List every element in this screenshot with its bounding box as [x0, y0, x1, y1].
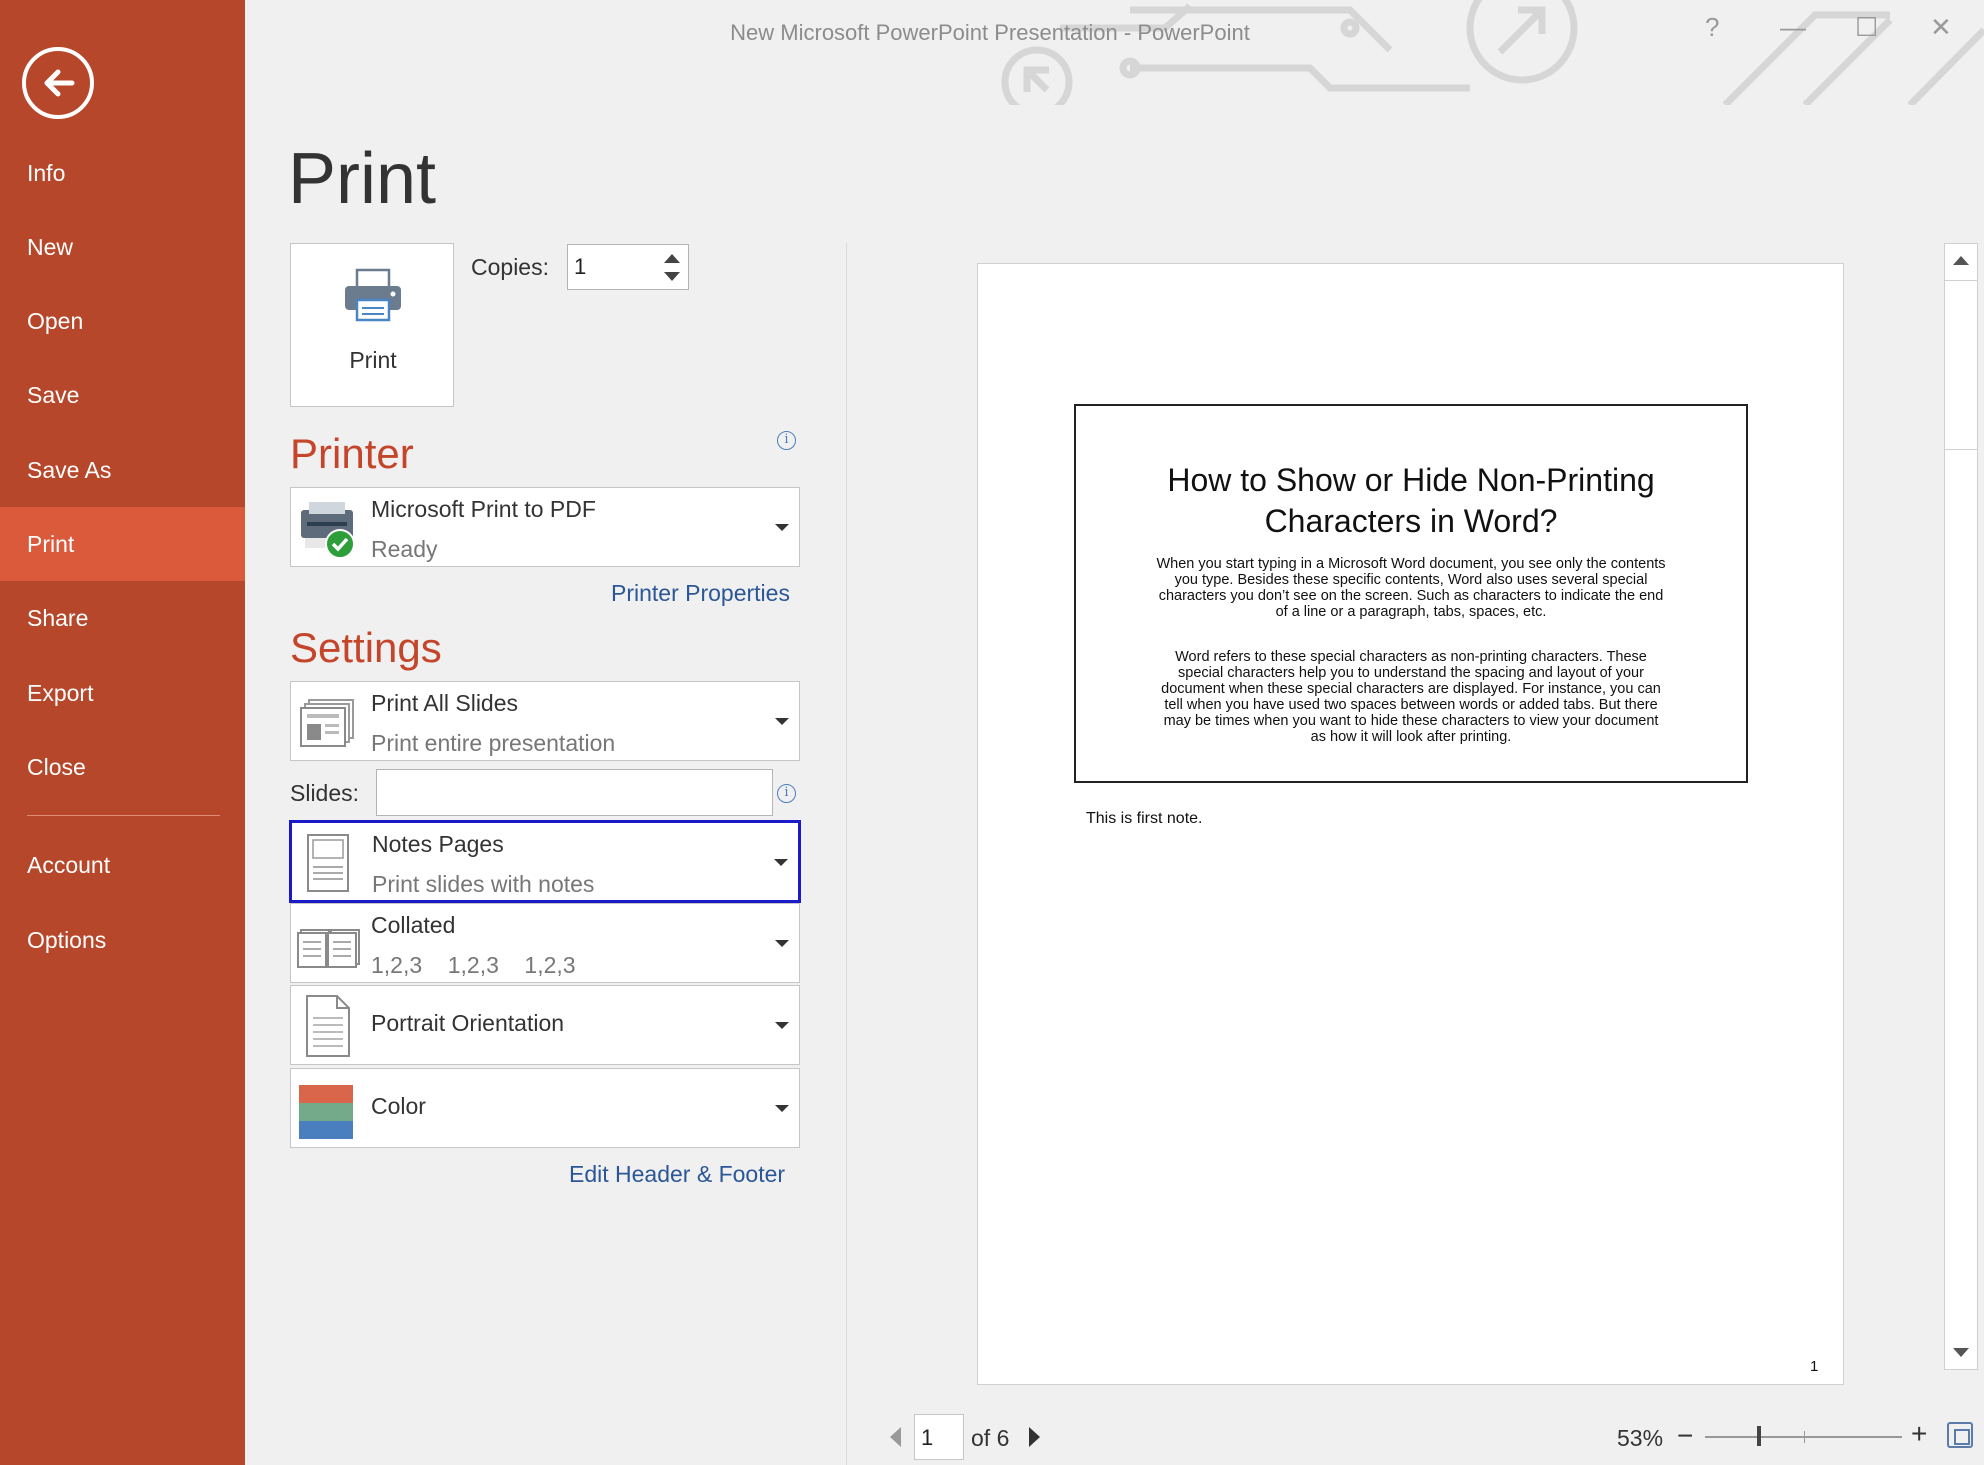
slides-input[interactable] [376, 769, 773, 816]
color-dropdown[interactable]: Color [290, 1068, 800, 1148]
sidebar-item-new[interactable]: New [0, 210, 245, 284]
preview-scrollbar[interactable] [1944, 243, 1978, 1370]
pdf-printer-icon [295, 492, 361, 562]
printer-name: Microsoft Print to PDF [371, 496, 596, 522]
settings-heading: Settings [290, 624, 442, 671]
edit-header-footer-link[interactable]: Edit Header & Footer [569, 1161, 785, 1188]
scroll-thumb[interactable] [1945, 280, 1977, 450]
next-page-icon[interactable] [1029, 1427, 1040, 1447]
chevron-down-icon [775, 718, 789, 725]
print-layout-subtitle: Print slides with notes [372, 871, 595, 897]
collated-icon [295, 908, 361, 978]
print-layout-dropdown[interactable]: Notes Pages Print slides with notes [289, 820, 801, 903]
all-slides-icon [295, 686, 361, 756]
collation-title: Collated [371, 912, 456, 938]
close-window-button[interactable]: ✕ [1930, 12, 1952, 43]
backstage-sidebar: Info New Open Save Save As Print Share E… [0, 0, 245, 1465]
back-arrow-icon[interactable] [22, 47, 94, 119]
sidebar-item-account[interactable]: Account [0, 828, 245, 902]
copies-stepper[interactable]: 1 [567, 244, 689, 290]
copies-increment-icon[interactable] [664, 254, 680, 263]
print-preview-page: How to Show or Hide Non-Printing Charact… [977, 263, 1844, 1385]
zoom-slider-thumb[interactable] [1757, 1426, 1761, 1446]
chevron-down-icon [775, 940, 789, 947]
orientation-title: Portrait Orientation [371, 1010, 565, 1036]
sidebar-item-print[interactable]: Print [0, 507, 245, 581]
zoom-in-button[interactable]: + [1911, 1418, 1927, 1450]
collation-dropdown[interactable]: Collated 1,2,3 1,2,3 1,2,3 [290, 903, 800, 983]
chevron-down-icon [775, 1105, 789, 1112]
page-number-input[interactable]: 1 [914, 1414, 964, 1460]
slide-note: This is first note. [1086, 810, 1203, 827]
minimize-button[interactable]: — [1780, 12, 1806, 43]
sidebar-item-options[interactable]: Options [0, 903, 245, 977]
scroll-up-icon[interactable] [1953, 256, 1969, 265]
print-layout-title: Notes Pages [372, 831, 504, 857]
sidebar-item-close[interactable]: Close [0, 730, 245, 804]
printer-properties-link[interactable]: Printer Properties [611, 580, 790, 607]
copies-value[interactable]: 1 [574, 254, 586, 280]
previous-page-icon[interactable] [890, 1427, 901, 1447]
sidebar-item-save[interactable]: Save [0, 358, 245, 432]
panel-separator [846, 243, 847, 1465]
page-count: of 6 [971, 1425, 1010, 1451]
slides-info-icon[interactable]: i [777, 784, 796, 803]
maximize-button[interactable]: ☐ [1855, 12, 1878, 43]
slide-paragraph-1: When you start typing in a Microsoft Wor… [1156, 556, 1666, 620]
print-range-subtitle: Print entire presentation [371, 730, 616, 756]
sidebar-item-share[interactable]: Share [0, 581, 245, 655]
sidebar-item-open[interactable]: Open [0, 284, 245, 358]
chevron-down-icon [774, 859, 788, 866]
circuit-decoration [1001, 0, 1984, 105]
printer-info-icon[interactable]: i [777, 431, 796, 450]
zoom-slider-tick [1804, 1431, 1805, 1443]
slides-label: Slides: [290, 780, 360, 806]
copies-decrement-icon[interactable] [664, 272, 680, 281]
slide-title: How to Show or Hide Non-Printing Charact… [1167, 462, 1655, 539]
print-button[interactable]: Print [290, 243, 454, 407]
sidebar-divider [27, 815, 220, 816]
zoom-out-button[interactable]: − [1677, 1420, 1693, 1452]
color-title: Color [371, 1093, 426, 1119]
print-range-title: Print All Slides [371, 690, 519, 716]
orientation-dropdown[interactable]: Portrait Orientation [290, 985, 800, 1065]
chevron-down-icon [775, 1022, 789, 1029]
page-number: 1 [1810, 1358, 1819, 1375]
printer-heading: Printer [290, 430, 414, 477]
collation-subtitle: 1,2,3 1,2,3 1,2,3 [371, 952, 576, 978]
sidebar-item-export[interactable]: Export [0, 656, 245, 730]
chevron-down-icon [775, 524, 789, 531]
portrait-page-icon [295, 990, 361, 1060]
sidebar-item-save-as[interactable]: Save As [0, 433, 245, 507]
copies-label: Copies: [471, 254, 549, 280]
printer-icon [345, 268, 401, 322]
color-swatch-icon [295, 1073, 361, 1143]
page-title: Print [288, 139, 437, 219]
zoom-to-page-icon[interactable] [1947, 1422, 1973, 1448]
current-page[interactable]: 1 [921, 1425, 933, 1451]
printer-status: Ready [371, 536, 438, 562]
window-title: New Microsoft PowerPoint Presentation - … [730, 20, 1250, 45]
slide-thumbnail: How to Show or Hide Non-Printing Charact… [1074, 404, 1748, 783]
help-button[interactable]: ? [1705, 12, 1719, 43]
sidebar-item-info[interactable]: Info [0, 136, 245, 210]
notes-page-icon [296, 827, 362, 897]
scroll-down-icon[interactable] [1953, 1348, 1969, 1357]
print-range-dropdown[interactable]: Print All Slides Print entire presentati… [290, 681, 800, 761]
print-button-label: Print [349, 347, 397, 373]
printer-dropdown[interactable]: Microsoft Print to PDF Ready [290, 487, 800, 567]
zoom-level[interactable]: 53% [1617, 1425, 1663, 1452]
slide-paragraph-2: Word refers to these special characters … [1161, 649, 1661, 745]
